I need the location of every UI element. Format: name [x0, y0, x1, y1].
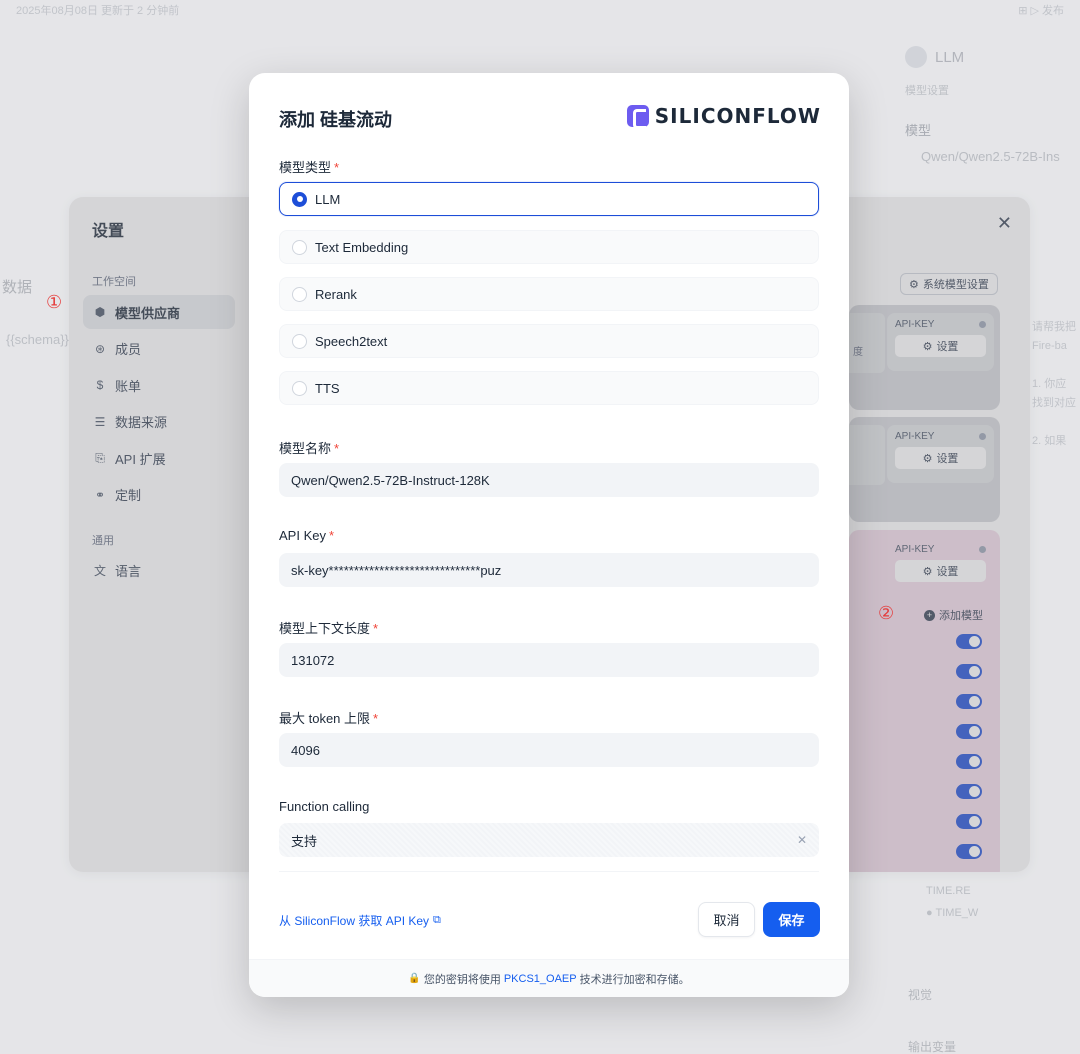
model-type-option-llm[interactable]: LLM [279, 182, 819, 216]
function-calling-select[interactable]: 支持 ✕ [279, 823, 819, 857]
cancel-button[interactable]: 取消 [698, 902, 755, 937]
api-key-label: API Key * [279, 528, 335, 543]
required-mark: * [334, 160, 340, 175]
model-type-option-tts[interactable]: TTS [279, 371, 819, 405]
notice-algorithm: PKCS1_OAEP [503, 972, 577, 985]
model-type-option-rerank[interactable]: Rerank [279, 277, 819, 311]
annotation-1: ① [46, 292, 63, 313]
required-mark: * [328, 528, 335, 543]
divider [279, 871, 819, 872]
lock-icon: 🔒 [408, 973, 421, 984]
model-name-input[interactable] [279, 463, 819, 497]
modal-title: 添加 硅基流动 [279, 110, 393, 130]
notice-prefix: 您的密钥将使用 [423, 973, 501, 986]
option-label: LLM [315, 191, 341, 207]
api-key-input[interactable] [279, 553, 819, 587]
annotation-2: ② [878, 603, 895, 624]
radio-icon [292, 286, 307, 302]
model-type-label: 模型类型 * [279, 160, 340, 175]
get-api-key-link[interactable]: 从 SiliconFlow 获取 API Key ⧉ [279, 912, 441, 929]
option-label: Text Embedding [315, 239, 409, 255]
brand-wordmark: SILICONFLOW [654, 104, 821, 128]
encryption-notice: 🔒 您的密钥将使用 PKCS1_OAEP 技术进行加密和存储。 [249, 959, 849, 997]
option-label: Rerank [315, 286, 357, 302]
model-type-option-speech2text[interactable]: Speech2text [279, 324, 819, 358]
option-label: TTS [315, 380, 340, 396]
context-length-label: 模型上下文长度 * [279, 621, 379, 636]
max-tokens-input[interactable] [279, 733, 819, 767]
radio-icon [292, 239, 307, 255]
external-link-icon: ⧉ [433, 914, 441, 926]
max-tokens-label: 最大 token 上限 * [279, 711, 379, 726]
required-mark: * [373, 711, 379, 726]
radio-selected-icon [292, 191, 307, 207]
option-label: Speech2text [315, 333, 388, 349]
function-calling-label: Function calling [279, 799, 370, 814]
save-button[interactable]: 保存 [763, 902, 820, 937]
add-provider-modal: 添加 硅基流动 SILICONFLOW 模型类型 * LLM Text Embed… [249, 73, 849, 997]
required-mark: * [334, 441, 340, 456]
context-length-input[interactable] [279, 643, 819, 677]
notice-suffix: 技术进行加密和存储。 [579, 973, 690, 986]
siliconflow-logo: SILICONFLOW [626, 104, 821, 129]
radio-icon [292, 380, 307, 396]
radio-icon [292, 333, 307, 349]
required-mark: * [373, 621, 379, 636]
function-calling-value: 支持 [291, 833, 318, 849]
model-name-label: 模型名称 * [279, 441, 340, 456]
model-type-option-text-embedding[interactable]: Text Embedding [279, 230, 819, 264]
clear-icon[interactable]: ✕ [797, 833, 807, 847]
siliconflow-logo-icon [626, 105, 649, 129]
